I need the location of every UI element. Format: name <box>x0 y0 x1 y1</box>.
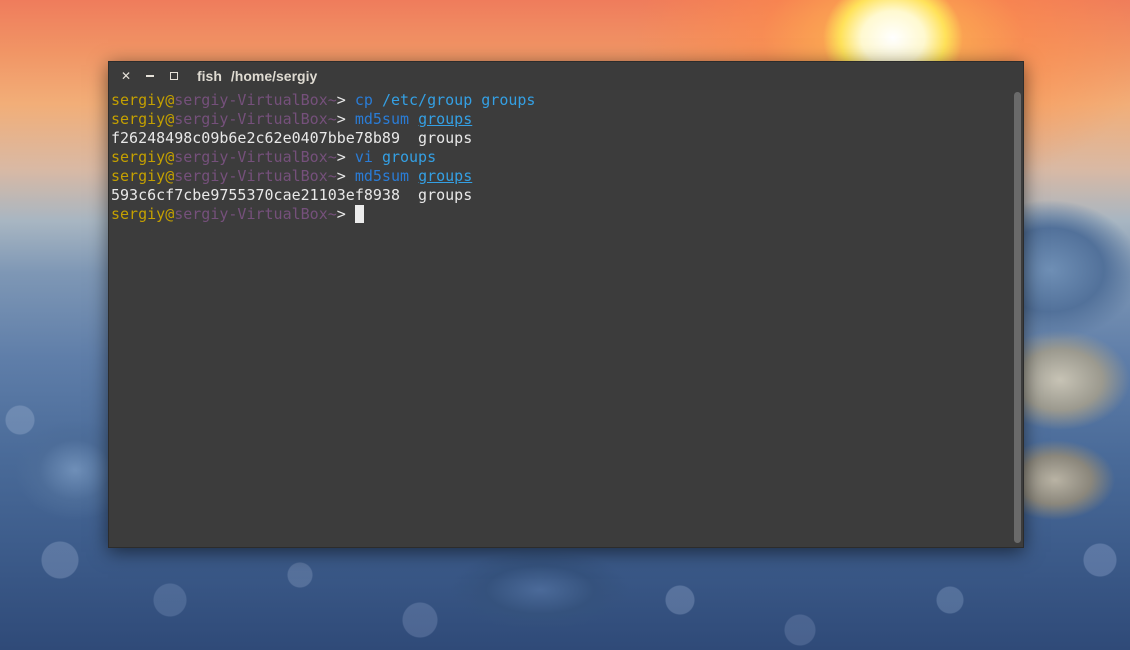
command-output: 593c6cf7cbe9755370cae21103ef8938 groups <box>111 186 473 204</box>
window-title: fish/home/sergiy <box>197 68 317 84</box>
command-argument-path: groups <box>418 167 473 185</box>
command-name: vi <box>354 148 373 166</box>
command-argument: groups <box>481 91 536 109</box>
command-name: md5sum <box>354 110 410 128</box>
prompt-cwd: ~ <box>327 148 337 166</box>
command-line: sergiy@sergiy-VirtualBox~> vi groups <box>111 148 1009 167</box>
close-button[interactable]: ✕ <box>119 69 133 83</box>
command-argument: groups <box>381 148 437 166</box>
app-name: fish <box>197 68 222 84</box>
prompt-user: sergiy <box>111 110 166 128</box>
prompt-at: @ <box>165 205 175 223</box>
prompt-user: sergiy <box>111 91 166 109</box>
prompt-host: sergiy-VirtualBox <box>174 205 328 223</box>
prompt-at: @ <box>165 167 175 185</box>
prompt-at: @ <box>165 110 175 128</box>
command-name: cp <box>354 91 373 109</box>
command-argument: /etc/group <box>381 91 473 109</box>
scrollbar-thumb[interactable] <box>1014 92 1021 543</box>
maximize-icon <box>170 72 178 80</box>
prompt-cwd: ~ <box>327 91 337 109</box>
output-line: 593c6cf7cbe9755370cae21103ef8938 groups <box>111 186 1009 205</box>
prompt-at: @ <box>165 148 175 166</box>
window-path: /home/sergiy <box>230 68 318 84</box>
close-icon: ✕ <box>120 69 132 83</box>
output-line: f26248498c09b6e2c62e0407bbe78b89 groups <box>111 129 1009 148</box>
minimize-button[interactable] <box>143 69 157 83</box>
active-prompt-line: sergiy@sergiy-VirtualBox~> <box>111 205 1009 224</box>
command-line: sergiy@sergiy-VirtualBox~> md5sum groups <box>111 167 1009 186</box>
prompt-symbol: > <box>336 167 346 185</box>
prompt-host: sergiy-VirtualBox <box>174 148 328 166</box>
scrollbar[interactable] <box>1014 92 1021 543</box>
prompt-user: sergiy <box>111 148 166 166</box>
prompt-symbol: > <box>336 110 346 128</box>
minimize-icon <box>146 75 154 77</box>
prompt-user: sergiy <box>111 205 166 223</box>
terminal-output[interactable]: sergiy@sergiy-VirtualBox~> cp /etc/group… <box>111 91 1009 224</box>
prompt-cwd: ~ <box>327 167 337 185</box>
prompt-symbol: > <box>336 205 346 223</box>
prompt-at: @ <box>165 91 175 109</box>
prompt-symbol: > <box>336 148 346 166</box>
prompt-user: sergiy <box>111 167 166 185</box>
command-line: sergiy@sergiy-VirtualBox~> cp /etc/group… <box>111 91 1009 110</box>
terminal-window[interactable]: ✕ fish/home/sergiy sergiy@sergiy-Virtual… <box>108 61 1024 548</box>
prompt-cwd: ~ <box>327 110 337 128</box>
prompt-symbol: > <box>336 91 346 109</box>
text-cursor[interactable] <box>354 205 364 223</box>
maximize-button[interactable] <box>167 69 181 83</box>
command-name: md5sum <box>354 167 410 185</box>
command-argument-path: groups <box>418 110 473 128</box>
command-output: f26248498c09b6e2c62e0407bbe78b89 groups <box>111 129 473 147</box>
command-line: sergiy@sergiy-VirtualBox~> md5sum groups <box>111 110 1009 129</box>
prompt-host: sergiy-VirtualBox <box>174 110 328 128</box>
prompt-host: sergiy-VirtualBox <box>174 91 328 109</box>
prompt-cwd: ~ <box>327 205 337 223</box>
prompt-host: sergiy-VirtualBox <box>174 167 328 185</box>
title-bar[interactable]: ✕ fish/home/sergiy <box>109 62 1023 90</box>
